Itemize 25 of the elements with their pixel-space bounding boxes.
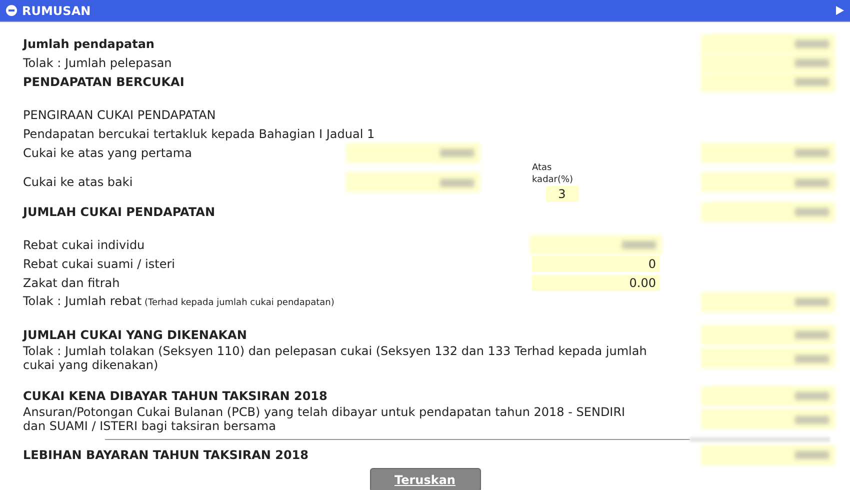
row-label: Rebat cukai individu: [23, 236, 146, 254]
row-label: Tolak : Jumlah rebat (Terhad kepada jumlah cukai pendapatan): [23, 292, 336, 310]
row-label: Ansuran/Potongan Cukai Bulanan (PCB) yang telah dibayar untuk pendapatan tahun 2018 - SENDIRI dan SUAMI / ISTERI bagi taksiran bersama: [23, 405, 626, 433]
section-heading: LEBIHAN BAYARAN TAHUN TAKSIRAN 2018: [23, 446, 310, 464]
row-label: PENGIRAAN CUKAI PENDAPATAN: [23, 106, 217, 124]
toggle-icon[interactable]: [6, 5, 17, 16]
section-heading: PENDAPATAN BERCUKAI: [23, 74, 186, 90]
row-label: Tolak : Jumlah pelepasan: [23, 54, 173, 72]
amount-field: 0: [532, 256, 660, 272]
row-label: Pendapatan bercukai tertakluk kepada Bahagian I Jadual 1: [23, 126, 376, 142]
row-label: Zakat dan fitrah: [23, 274, 121, 292]
section-heading: JUMLAH CUKAI PENDAPATAN: [23, 204, 216, 220]
panel-title: RUMUSAN: [22, 4, 91, 18]
row-label: Rebat cukai suami / isteri: [23, 256, 176, 272]
section-heading: JUMLAH CUKAI YANG DIKENAKAN: [23, 326, 248, 344]
section-heading: Jumlah pendapatan: [23, 36, 156, 52]
amount-field: 0.00: [532, 274, 660, 290]
play-icon[interactable]: [836, 6, 844, 15]
continue-button[interactable]: Teruskan: [370, 468, 480, 490]
row-label: Cukai ke atas baki: [23, 174, 134, 191]
rate-field: 3: [546, 186, 578, 202]
section-heading: CUKAI KENA DIBAYAR TAHUN TAKSIRAN 2018: [23, 388, 328, 404]
rate-caption: Atas kadar(%): [532, 162, 574, 186]
row-label: Tolak : Jumlah tolakan (Seksyen 110) dan pelepasan cukai (Seksyen 132 dan 133 Terhad kepada jumlah cukai yang dikenakan): [23, 344, 648, 372]
row-label: Cukai ke atas yang pertama: [23, 144, 193, 162]
